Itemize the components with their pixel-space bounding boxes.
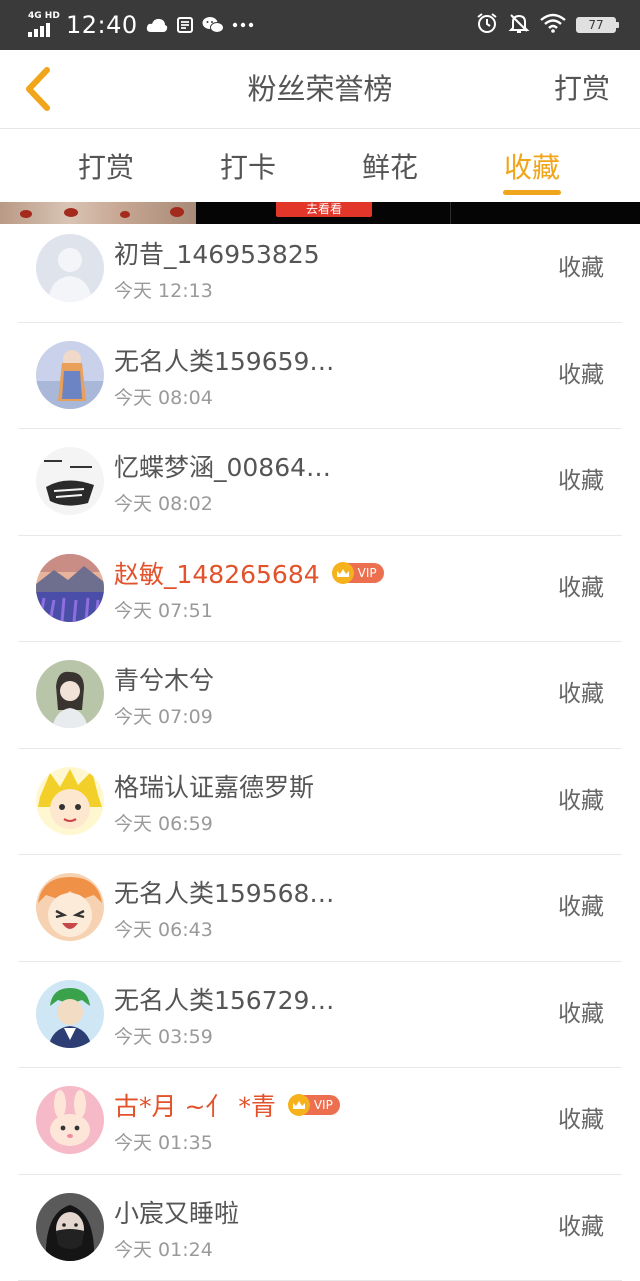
fan-action: 收藏 [558, 216, 604, 321]
list-item[interactable]: 小宸又睡啦VIP 今天 01:24 收藏 [18, 1175, 622, 1281]
fan-action: 收藏 [558, 536, 604, 641]
list-item[interactable]: 无名人类159659…VIP 今天 08:04 收藏 [18, 323, 622, 430]
girl-photo-avatar [36, 660, 104, 728]
vip-badge: VIP [288, 1094, 340, 1116]
list-item[interactable]: 格瑞认证嘉德罗斯VIP 今天 06:59 收藏 [18, 749, 622, 856]
list-item[interactable]: 赵敏_148265684 VIP 今天 07:51 收藏 [18, 536, 622, 643]
fan-name: 无名人类159659… [114, 342, 334, 378]
fan-name: 格瑞认证嘉德罗斯 [114, 768, 314, 804]
status-left: 4G HD 12:40 [28, 0, 254, 50]
fan-name: 无名人类159568… [114, 874, 334, 910]
fan-name: 初昔_146953825 [114, 235, 320, 271]
list-item[interactable]: 无名人类159568…VIP 今天 06:43 收藏 [18, 855, 622, 962]
fan-name: 古*月 ~亻 *青 [114, 1087, 276, 1123]
fan-time: 今天 01:24 [114, 1235, 213, 1262]
fan-action: 收藏 [558, 749, 604, 854]
fan-time: 今天 08:04 [114, 383, 213, 410]
fan-name: 青兮木兮 [114, 661, 214, 697]
fan-action: 收藏 [558, 1068, 604, 1173]
battery-icon: 77 [576, 17, 616, 33]
wechat-icon [202, 16, 224, 34]
fan-action: 收藏 [558, 642, 604, 747]
tab-checkin[interactable]: 打卡 [212, 129, 284, 202]
reward-button[interactable]: 打赏 [554, 50, 610, 128]
tab-bar: 打赏 打卡 鲜花 收藏 [0, 129, 640, 202]
list-item[interactable]: 无名人类156729…VIP 今天 03:59 收藏 [18, 962, 622, 1069]
vip-badge: VIP [332, 562, 384, 584]
tab-flowers[interactable]: 鲜花 [284, 129, 496, 202]
page-title: 粉丝荣誉榜 [0, 50, 640, 128]
crying-anime-avatar [36, 873, 104, 941]
fan-time: 今天 06:43 [114, 915, 213, 942]
fan-action: 收藏 [558, 855, 604, 960]
fan-time: 今天 06:59 [114, 809, 213, 836]
tab-favorites[interactable]: 收藏 [496, 129, 568, 202]
clock: 12:40 [66, 11, 138, 39]
more-dots-icon [232, 22, 254, 28]
green-hair-anime-avatar [36, 980, 104, 1048]
fan-name: 无名人类156729… [114, 981, 334, 1017]
list-item[interactable]: 青兮木兮VIP 今天 07:09 收藏 [18, 642, 622, 749]
fan-time: 今天 01:35 [114, 1128, 213, 1155]
default-avatar [36, 234, 104, 302]
fan-name: 赵敏_148265684 [114, 555, 320, 591]
pink-bunny-avatar [36, 1086, 104, 1154]
cloud-icon [146, 17, 168, 33]
title-bar: 粉丝荣誉榜 打赏 [0, 50, 640, 129]
fan-name: 小宸又睡啦 [114, 1194, 239, 1230]
fan-time: 今天 12:13 [114, 276, 213, 303]
crown-icon [332, 562, 354, 584]
lavender-field-avatar [36, 554, 104, 622]
yellow-hair-anime-avatar [36, 767, 104, 835]
fan-time: 今天 07:09 [114, 702, 213, 729]
fan-action: 收藏 [558, 429, 604, 534]
fan-action: 收藏 [558, 323, 604, 428]
sketch-avatar [36, 447, 104, 515]
fan-name: 忆蝶梦涵_00864… [114, 448, 331, 484]
fan-list: 初昔_146953825VIP 今天 12:13 收藏 无名人类159659…V… [18, 216, 622, 1281]
network-type: 4G HD [28, 11, 60, 21]
list-item[interactable]: 初昔_146953825VIP 今天 12:13 收藏 [18, 216, 622, 323]
chevron-left-icon [23, 67, 53, 111]
anime-girl-avatar [36, 341, 104, 409]
tab-reward[interactable]: 打赏 [0, 129, 212, 202]
mute-bell-icon [508, 12, 530, 38]
cellular-signal-icon: 4G HD [28, 12, 62, 38]
status-right: 77 [476, 0, 616, 50]
fan-action: 收藏 [558, 962, 604, 1067]
wifi-icon [540, 13, 566, 37]
masked-person-avatar [36, 1193, 104, 1261]
crown-icon [288, 1094, 310, 1116]
alarm-icon [476, 12, 498, 38]
battery-level: 77 [588, 18, 603, 32]
fan-action: 收藏 [558, 1175, 604, 1280]
fan-time: 今天 03:59 [114, 1022, 213, 1049]
fan-time: 今天 08:02 [114, 489, 213, 516]
ad-view-button[interactable]: 去看看 [276, 202, 372, 217]
status-bar: 4G HD 12:40 77 [0, 0, 640, 50]
fan-time: 今天 07:51 [114, 596, 213, 623]
back-button[interactable] [12, 62, 64, 116]
sim-icon [176, 16, 194, 34]
list-item[interactable]: 古*月 ~亻 *青 VIP 今天 01:35 收藏 [18, 1068, 622, 1175]
list-item[interactable]: 忆蝶梦涵_00864…VIP 今天 08:02 收藏 [18, 429, 622, 536]
